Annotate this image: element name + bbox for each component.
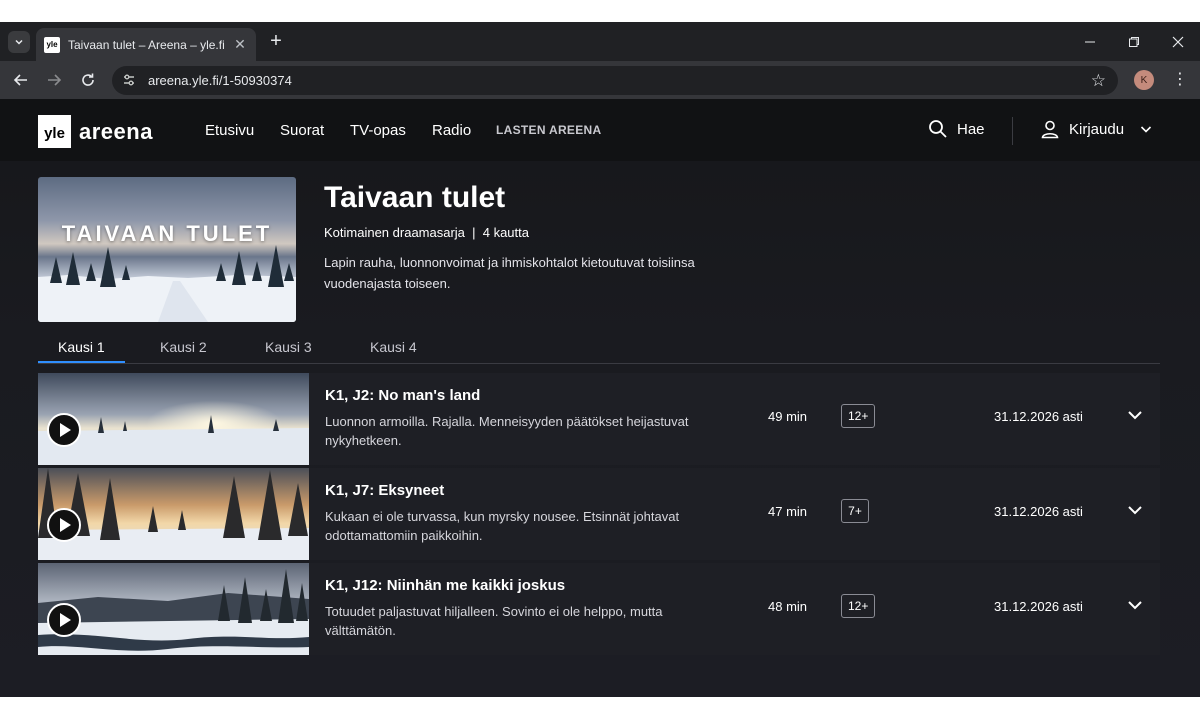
show-description: Lapin rauha, luonnonvoimat ja ihmiskohta…: [324, 255, 695, 291]
reload-icon[interactable]: [77, 69, 99, 91]
play-icon: [60, 518, 71, 532]
browser-tab[interactable]: yle Taivaan tulet – Areena – yle.fi ✕: [36, 28, 256, 61]
browser-menu-icon[interactable]: ⋮: [1172, 69, 1188, 91]
nav-suorat[interactable]: Suorat: [280, 122, 324, 139]
nav-tv-opas[interactable]: TV-opas: [350, 122, 406, 139]
tab-kausi-3[interactable]: Kausi 3: [265, 339, 312, 364]
cover-title-text: TAIVAAN TULET: [61, 221, 273, 246]
nav-radio[interactable]: Radio: [432, 122, 471, 139]
yle-areena-logo[interactable]: yle areena: [38, 115, 153, 148]
episode-description: Kukaan ei ole turvassa, kun myrsky nouse…: [325, 509, 680, 543]
forward-arrow-icon[interactable]: [43, 69, 65, 91]
yle-favicon-icon: yle: [44, 36, 60, 53]
age-rating-badge: 12+: [841, 594, 876, 618]
episode-row[interactable]: K1, J2: No man's land Luonnon armoilla. …: [38, 373, 1160, 465]
window-controls: [1068, 22, 1200, 61]
tab-kausi-2[interactable]: Kausi 2: [160, 339, 207, 364]
chevron-down-icon[interactable]: [1126, 501, 1144, 519]
new-tab-button[interactable]: +: [265, 31, 287, 51]
yle-logo-box: yle: [38, 115, 71, 148]
episode-row[interactable]: K1, J7: Eksyneet Kukaan ei ole turvassa,…: [38, 468, 1160, 560]
episode-title[interactable]: K1, J12: Niinhän me kaikki joskus: [325, 577, 565, 594]
play-button[interactable]: [47, 508, 81, 542]
play-icon: [60, 613, 71, 627]
browser-window: yle Taivaan tulet – Areena – yle.fi ✕ +: [0, 22, 1200, 697]
header-divider: [1012, 117, 1013, 145]
episode-title[interactable]: K1, J7: Eksyneet: [325, 482, 444, 499]
chevron-down-icon: [1140, 126, 1152, 133]
episode-row[interactable]: K1, J12: Niinhän me kaikki joskus Totuud…: [38, 563, 1160, 655]
login-button[interactable]: Kirjaudu: [1040, 119, 1152, 139]
tab-strip: yle Taivaan tulet – Areena – yle.fi ✕ +: [0, 22, 1200, 61]
episode-description: Totuudet paljastuvat hiljalleen. Sovinto…: [325, 604, 663, 638]
episode-duration: 48 min: [768, 599, 808, 614]
age-rating-badge: 7+: [841, 499, 869, 523]
browser-toolbar: areena.yle.fi/1-50930374 ☆ K ⋮: [0, 61, 1200, 99]
tab-search-button[interactable]: [8, 31, 30, 53]
nav-etusivu[interactable]: Etusivu: [205, 122, 254, 139]
login-label: Kirjaudu: [1069, 120, 1125, 138]
profile-avatar[interactable]: K: [1134, 70, 1154, 90]
search-button[interactable]: Hae: [928, 119, 985, 139]
site-settings-icon[interactable]: [122, 73, 136, 87]
episode-duration: 47 min: [768, 504, 808, 519]
close-tab-icon[interactable]: ✕: [232, 36, 248, 53]
areena-logo-text: areena: [79, 118, 153, 144]
user-icon: [1041, 120, 1059, 139]
chevron-down-icon: [15, 39, 23, 45]
season-tabs: Kausi 1 Kausi 2 Kausi 3 Kausi 4: [38, 339, 1160, 364]
chevron-down-icon[interactable]: [1126, 406, 1144, 424]
tab-kausi-4[interactable]: Kausi 4: [370, 339, 417, 364]
episode-title[interactable]: K1, J2: No man's land: [325, 387, 480, 404]
minimize-icon[interactable]: [1068, 22, 1112, 61]
back-arrow-icon[interactable]: [10, 69, 32, 91]
show-meta: Kotimainen draamasarja | 4 kautta: [324, 225, 529, 240]
tab-title: Taivaan tulet – Areena – yle.fi: [68, 37, 225, 52]
close-window-icon[interactable]: [1156, 22, 1200, 61]
restore-icon[interactable]: [1112, 22, 1156, 61]
bookmark-star-icon[interactable]: ☆: [1091, 71, 1106, 91]
availability-date: 31.12.2026 asti: [994, 409, 1083, 424]
show-cover-image: TAIVAAN TULET: [38, 177, 296, 322]
nav-lasten-areena[interactable]: LASTEN AREENA: [496, 123, 601, 137]
search-label: Hae: [957, 120, 985, 138]
episode-thumbnail[interactable]: [38, 563, 309, 655]
search-icon: [929, 120, 947, 138]
availability-date: 31.12.2026 asti: [994, 504, 1083, 519]
active-tab-indicator: [38, 361, 125, 363]
url-text[interactable]: areena.yle.fi/1-50930374: [148, 73, 292, 88]
availability-date: 31.12.2026 asti: [994, 599, 1083, 614]
address-bar[interactable]: areena.yle.fi/1-50930374 ☆: [112, 66, 1118, 95]
play-button[interactable]: [47, 603, 81, 637]
episode-description: Luonnon armoilla. Rajalla. Menneisyyden …: [325, 414, 689, 448]
show-title: Taivaan tulet: [324, 181, 506, 214]
episode-thumbnail[interactable]: [38, 373, 309, 465]
chevron-down-icon[interactable]: [1126, 596, 1144, 614]
age-rating-badge: 12+: [841, 404, 876, 428]
episode-thumbnail[interactable]: [38, 468, 309, 560]
episode-duration: 49 min: [768, 409, 808, 424]
site-header: yle areena Etusivu Suorat TV-opas Radio …: [0, 99, 1200, 161]
play-icon: [60, 423, 71, 437]
play-button[interactable]: [47, 413, 81, 447]
page-content: yle areena Etusivu Suorat TV-opas Radio …: [0, 99, 1200, 697]
